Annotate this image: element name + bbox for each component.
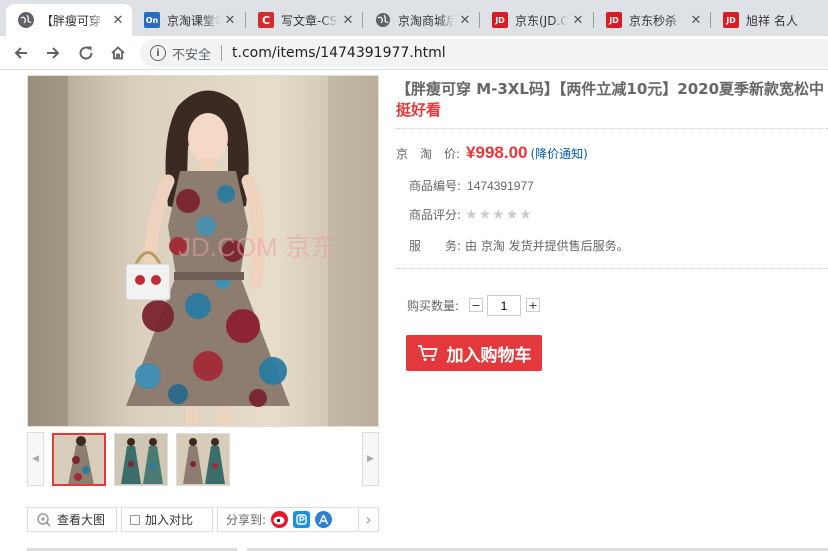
thumbnail-strip: ◀ ▶ (27, 432, 379, 486)
quantity-input[interactable] (487, 295, 521, 316)
security-label: 不安全 (172, 47, 212, 63)
quantity-decrease-button[interactable]: − (469, 298, 483, 312)
browser-toolbar: i 不安全 t.com/items/1474391977.html (0, 36, 828, 70)
omnibox-divider (221, 45, 223, 61)
tab-jd-celebrity[interactable]: JD 旭祥 名人 (711, 4, 828, 36)
quantity-label: 购买数量: (407, 299, 460, 313)
address-bar[interactable]: i 不安全 t.com/items/1474391977.html (140, 39, 828, 67)
rating-label: 商品评分: (409, 208, 462, 222)
sku-value: 1474391977 (467, 179, 534, 193)
rating-stars: ★ ★ ★ ★ ★ (465, 207, 532, 223)
divider (396, 268, 828, 269)
tab-title: 京东秒杀 (629, 13, 678, 28)
info-icon[interactable]: i (150, 45, 166, 61)
tab-course-notes[interactable]: On 京淘课堂笔记 ✕ (132, 4, 244, 36)
tab-title: 旭祥 名人 (746, 13, 798, 28)
on-icon: On (144, 12, 160, 28)
quantity-row: 购买数量: (407, 297, 459, 314)
tab-title: 京东(JD.COM) (515, 13, 568, 28)
close-tab-icon[interactable]: ✕ (457, 13, 473, 28)
jd-watermark: JD.COM 京东 (178, 232, 337, 262)
star-icon: ★ (519, 206, 532, 223)
thumbnail-prev-button[interactable]: ◀ (27, 432, 44, 486)
share-bar: 分享到: › (217, 507, 379, 532)
tab-admin[interactable]: 京淘商城后台 ✕ (363, 4, 479, 36)
star-icon: ★ (492, 206, 505, 223)
add-to-cart-button[interactable]: 加入购物车 (406, 335, 542, 371)
reload-button[interactable] (75, 42, 97, 64)
thumbnail-next-button[interactable]: ▶ (362, 432, 379, 486)
price-notify-link[interactable]: (降价通知) (531, 145, 588, 162)
url-text[interactable]: t.com/items/1474391977.html (232, 45, 446, 61)
tab-product-page[interactable]: 【胖瘦可穿 ✕ (6, 4, 132, 36)
divider (396, 128, 828, 129)
jd-icon: JD (606, 12, 622, 28)
product-title: 【胖瘦可穿 M-3XL码】【两件立减10元】2020夏季新款宽松中 (396, 80, 825, 98)
qzone-icon[interactable] (293, 511, 311, 528)
close-tab-icon[interactable]: ✕ (222, 13, 238, 28)
product-main-image[interactable]: JD.COM 京东 (27, 75, 379, 427)
jd-icon: JD (492, 12, 508, 28)
service-row: 服 务: 由 京淘 发货并提供售后服务。 (409, 237, 629, 254)
compare-label: 加入对比 (145, 513, 194, 527)
sku-label: 商品编号: (409, 179, 462, 193)
compare-button[interactable]: 加入对比 (121, 507, 213, 532)
renren-icon[interactable] (315, 511, 333, 528)
service-label: 服 务: (409, 239, 462, 253)
share-more-button[interactable]: › (358, 508, 378, 531)
star-icon: ★ (478, 206, 492, 223)
star-icon: ★ (505, 206, 519, 223)
share-label: 分享到: (226, 513, 267, 527)
magnifier-icon (37, 512, 51, 527)
globe-icon (18, 12, 34, 28)
forward-button[interactable] (42, 42, 64, 64)
close-tab-icon[interactable]: ✕ (340, 13, 356, 28)
product-subtitle: 挺好看 (396, 101, 442, 119)
view-large-button[interactable]: 查看大图 (27, 507, 117, 532)
thumbnail-2[interactable] (114, 433, 168, 486)
checkbox-icon[interactable] (130, 514, 140, 525)
thumbnail-1[interactable] (52, 433, 106, 486)
close-tab-icon[interactable]: ✕ (110, 13, 126, 28)
csdn-icon: C (258, 12, 274, 28)
tab-title: 京淘商城后台 (398, 13, 455, 28)
price-value: ¥998.00 (466, 143, 528, 162)
close-tab-icon[interactable]: ✕ (688, 13, 704, 28)
thumbnail-3[interactable] (176, 433, 230, 486)
tab-strip: 【胖瘦可穿 ✕ On 京淘课堂笔记 ✕ C 写文章-CSDN ✕ 京淘商城后台 … (0, 0, 828, 36)
back-button[interactable] (10, 42, 32, 64)
tab-title: 【胖瘦可穿 (41, 13, 102, 28)
arrow-left-icon (14, 47, 27, 59)
quantity-increase-button[interactable]: + (526, 298, 540, 312)
close-tab-icon[interactable]: ✕ (570, 13, 586, 28)
tab-title: 写文章-CSDN (281, 13, 338, 28)
tab-csdn[interactable]: C 写文章-CSDN ✕ (246, 4, 362, 36)
home-icon (111, 46, 125, 60)
reload-icon (79, 46, 93, 60)
view-large-label: 查看大图 (57, 513, 106, 527)
add-to-cart-label: 加入购物车 (446, 345, 532, 366)
arrow-right-icon (47, 47, 60, 59)
chevron-right-icon: ▶ (367, 454, 374, 464)
tab-title: 京淘课堂笔记 (167, 13, 220, 28)
cart-icon (417, 345, 438, 361)
weibo-icon[interactable] (271, 511, 289, 528)
tab-jd-seckill[interactable]: JD 京东秒杀 ✕ (594, 4, 710, 36)
price-label: 京 淘 价: (396, 147, 461, 161)
home-button[interactable] (107, 42, 129, 64)
tab-jd[interactable]: JD 京东(JD.COM) ✕ (480, 4, 592, 36)
sku-row: 商品编号: 1474391977 (409, 177, 534, 194)
star-icon: ★ (465, 206, 478, 223)
service-text: 由 京淘 发货并提供售后服务。 (465, 239, 629, 253)
globe-icon (375, 12, 391, 28)
rating-row: 商品评分: ★ ★ ★ ★ ★ (409, 206, 532, 223)
jd-icon: JD (723, 12, 739, 28)
chevron-left-icon: ◀ (32, 454, 39, 464)
price-row: 京 淘 价: ¥998.00 (降价通知) (396, 143, 588, 163)
